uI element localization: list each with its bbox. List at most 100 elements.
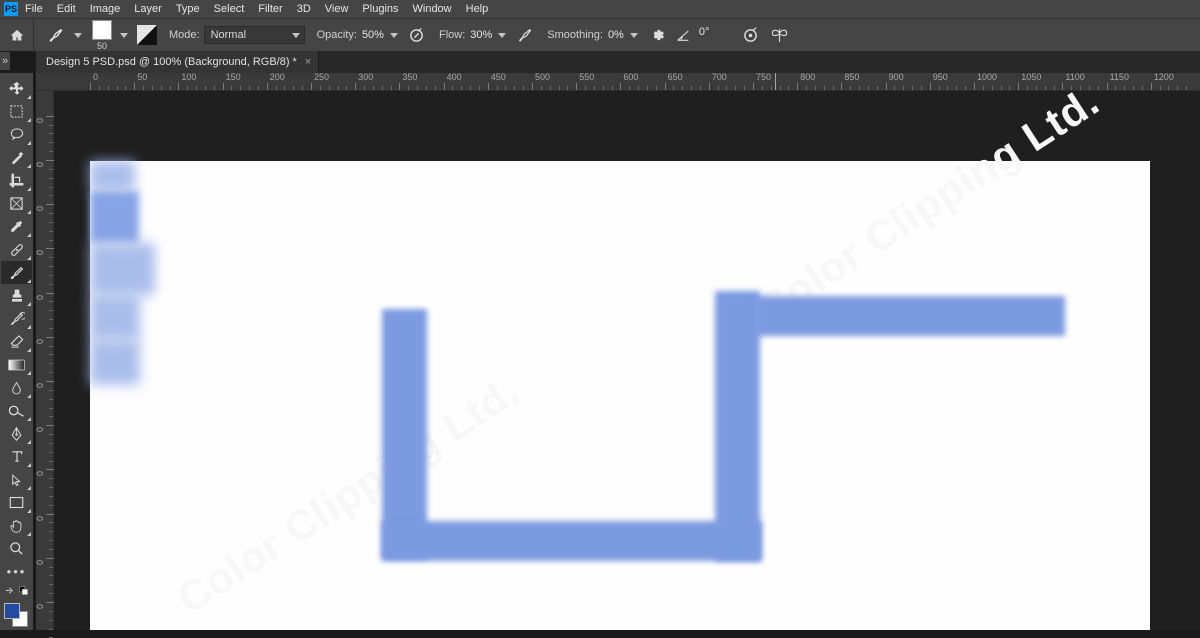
smoothing-settings-button[interactable] [647,25,667,45]
quick-selection-tool[interactable] [1,146,32,169]
brush-size-value: 50 [97,41,107,51]
gradient-icon [8,359,25,371]
menu-file[interactable]: File [18,1,50,17]
brush-preset-picker[interactable] [46,27,70,44]
eyedropper-icon [9,219,24,234]
brush-tool-icon [9,265,25,281]
zoom-tool[interactable] [1,537,32,560]
arrow-pointer-icon [10,472,23,488]
eraser-icon [9,334,25,349]
chevron-down-icon[interactable] [120,33,128,38]
smoothing-label: Smoothing: [547,29,603,41]
horizontal-ruler[interactable]: 0501001502002503003504004505005506006507… [36,73,1200,91]
menu-window[interactable]: Window [406,1,459,17]
gradient-tool[interactable] [1,353,32,376]
collapse-chevrons-icon[interactable]: » [0,52,10,70]
wand-icon [9,150,25,166]
rectangle-icon [9,496,24,509]
eraser-tool[interactable] [1,330,32,353]
chevron-down-icon[interactable] [630,33,638,38]
menu-select[interactable]: Select [207,1,252,17]
swap-colors-icon[interactable] [4,585,15,596]
blend-mode-value: Normal [211,29,246,41]
brush-blend-icon[interactable] [137,25,157,45]
frame-icon [9,196,24,211]
dots-icon: ••• [7,565,27,579]
brush-icon [46,27,67,44]
healing-brush-tool[interactable] [1,238,32,261]
document-tab[interactable]: Design 5 PSD.psd @ 100% (Background, RGB… [36,51,319,73]
edit-toolbar-button[interactable]: ••• [1,560,32,583]
gear-icon [649,27,665,43]
chevron-down-icon[interactable] [498,33,506,38]
rectangle-tool[interactable] [1,491,32,514]
path-selection-tool[interactable] [1,468,32,491]
hand-tool[interactable] [1,514,32,537]
clone-stamp-tool[interactable] [1,284,32,307]
canvas-viewport[interactable]: Color Clipping Ltd. Color Clipping Ltd. [54,91,1200,630]
artboard[interactable]: Color Clipping Ltd. Color Clipping Ltd. [90,161,1150,630]
blend-mode-select[interactable]: Normal [204,26,305,44]
eyedropper-tool[interactable] [1,215,32,238]
menu-filter[interactable]: Filter [251,1,289,17]
home-button[interactable] [0,19,34,52]
home-icon [9,28,25,43]
type-tool[interactable] [1,445,32,468]
chevron-down-icon[interactable] [390,33,398,38]
marquee-icon [9,104,24,119]
crop-icon [9,173,24,188]
butterfly-icon [770,27,789,44]
flow-label: Flow: [439,29,465,41]
pen-tool[interactable] [1,422,32,445]
opacity-pressure-button[interactable] [407,25,427,45]
menu-type[interactable]: Type [169,1,207,17]
dodge-tool[interactable] [1,399,32,422]
airbrush-icon [517,27,534,44]
menu-plugins[interactable]: Plugins [355,1,405,17]
blur-tool[interactable] [1,376,32,399]
brush-size-swatch[interactable]: 50 [92,20,112,51]
lasso-tool[interactable] [1,123,32,146]
history-brush-tool[interactable] [1,307,32,330]
move-tool[interactable] [1,77,32,100]
menu-3d[interactable]: 3D [290,1,318,17]
close-icon[interactable]: × [305,56,311,68]
lasso-icon [9,127,25,142]
angle-icon [675,27,691,43]
marquee-tool[interactable] [1,100,32,123]
zoom-icon [9,541,24,556]
brush-angle-value[interactable]: 0° [697,26,727,44]
opacity-value[interactable]: 50% [362,29,384,41]
brush-tool[interactable] [1,261,32,284]
menu-help[interactable]: Help [459,1,496,17]
mode-label: Mode: [169,29,200,41]
menu-layer[interactable]: Layer [127,1,169,17]
tools-panel: ••• [0,73,33,630]
menu-image[interactable]: Image [83,1,128,17]
tool-options-bar: 50 Mode: Normal Opacity: 50% Flow: 30% S… [0,18,1200,51]
vertical-ruler[interactable]: 000000000000 [36,91,54,630]
angle-button[interactable] [673,25,693,45]
dodge-icon [8,403,25,418]
default-colors-icon[interactable] [18,585,29,596]
pressure-size-button[interactable] [741,25,761,45]
crop-tool[interactable] [1,169,32,192]
menu-bar: PS File Edit Image Layer Type Select Fil… [0,0,1200,18]
history-brush-icon [9,311,25,327]
bandaid-icon [9,242,25,258]
menu-edit[interactable]: Edit [50,1,83,17]
airbrush-button[interactable] [515,25,535,45]
symmetry-button[interactable] [770,25,790,45]
frame-tool[interactable] [1,192,32,215]
brush-tip-preview [92,20,112,40]
smoothing-value[interactable]: 0% [608,29,624,41]
watermark-text: Color Clipping Ltd. [169,367,528,623]
flow-value[interactable]: 30% [470,29,492,41]
hand-icon [9,518,24,534]
menu-view[interactable]: View [318,1,356,17]
foreground-background-swatches[interactable] [1,602,32,630]
photoshop-app-icon: PS [4,2,18,16]
document-tab-title: Design 5 PSD.psd @ 100% (Background, RGB… [46,56,297,68]
chevron-down-icon[interactable] [74,33,82,38]
foreground-color-swatch[interactable] [4,603,20,619]
